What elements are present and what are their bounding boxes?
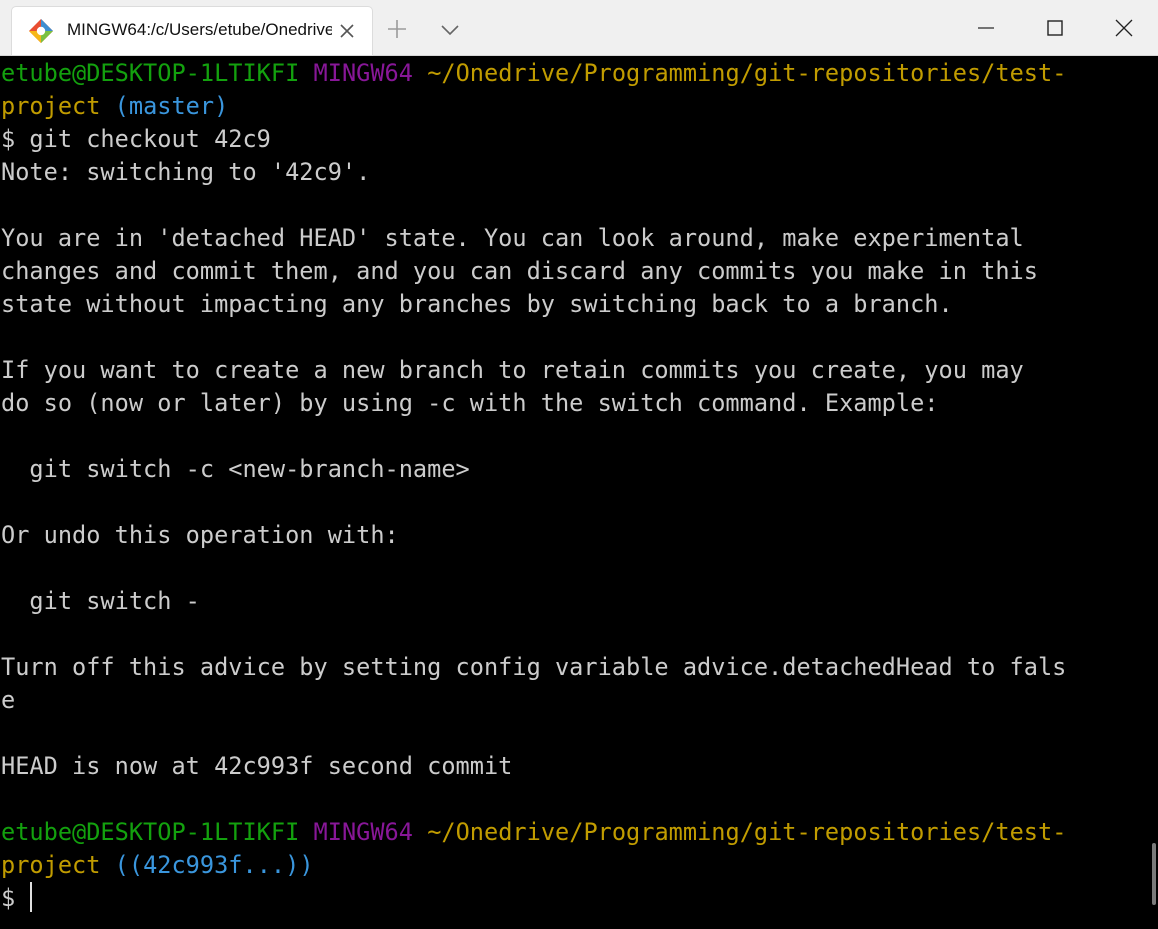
- prompt-line: project (master): [1, 90, 228, 123]
- command-line: $ git checkout 42c9: [1, 125, 271, 153]
- output-line: You are in 'detached HEAD' state. You ca…: [1, 224, 1024, 252]
- prompt-path-continued: project: [1, 92, 101, 120]
- tab-title: MINGW64:/c/Users/etube/Onedrive/Programm…: [67, 20, 332, 39]
- title-bar: MINGW64:/c/Users/etube/Onedrive/Programm…: [0, 0, 1158, 56]
- prompt-path: ~/Onedrive/Programming/git-repositories/…: [427, 818, 1067, 846]
- prompt-user-host: etube@DESKTOP-1LTIKFI: [1, 818, 300, 846]
- maximize-icon: [1046, 19, 1063, 36]
- prompt-path: ~/Onedrive/Programming/git-repositories/…: [427, 59, 1067, 87]
- prompt-msystem: MINGW64: [313, 818, 413, 846]
- output-line: changes and commit them, and you can dis…: [1, 257, 1038, 285]
- prompt-line: etube@DESKTOP-1LTIKFI MINGW64 ~/Onedrive…: [1, 816, 1066, 849]
- output-line: do so (now or later) by using -c with th…: [1, 389, 939, 417]
- output-line: e: [1, 686, 16, 714]
- scrollbar-thumb[interactable]: [1152, 843, 1156, 905]
- minimize-button[interactable]: [951, 0, 1020, 55]
- output-line: git switch -c <new-branch-name>: [1, 455, 470, 483]
- prompt-branch: (master): [114, 92, 229, 120]
- maximize-button[interactable]: [1020, 0, 1089, 55]
- output-line: state without impacting any branches by …: [1, 290, 953, 318]
- prompt-branch: ((42c993f...)): [114, 851, 314, 879]
- output-line: git switch -: [1, 587, 200, 615]
- terminal-output[interactable]: etube@DESKTOP-1LTIKFI MINGW64 ~/Onedrive…: [0, 56, 1150, 929]
- prompt-path-continued: project: [1, 851, 101, 879]
- output-line: Turn off this advice by setting config v…: [1, 653, 1067, 681]
- close-icon[interactable]: [338, 22, 356, 40]
- scrollbar-track[interactable]: [1150, 56, 1158, 929]
- close-window-icon: [1115, 19, 1132, 36]
- git-bash-icon: [29, 19, 53, 43]
- terminal-tab[interactable]: MINGW64:/c/Users/etube/Onedrive/Programm…: [12, 7, 372, 55]
- chevron-down-icon[interactable]: [437, 16, 463, 42]
- prompt-msystem: MINGW64: [313, 59, 413, 87]
- prompt-user-host: etube@DESKTOP-1LTIKFI: [1, 59, 300, 87]
- close-window-button[interactable]: [1089, 0, 1158, 55]
- minimize-icon: [977, 26, 994, 29]
- output-line: HEAD is now at 42c993f second commit: [1, 752, 513, 780]
- input-prompt: $: [1, 884, 16, 912]
- output-line: Or undo this operation with:: [1, 521, 399, 549]
- plus-icon[interactable]: [384, 16, 410, 42]
- prompt-line: etube@DESKTOP-1LTIKFI MINGW64 ~/Onedrive…: [1, 57, 1066, 90]
- text-cursor: [30, 882, 32, 912]
- output-line: Note: switching to '42c9'.: [1, 158, 371, 186]
- output-line: If you want to create a new branch to re…: [1, 356, 1024, 384]
- prompt-line: project ((42c993f...)): [1, 849, 314, 882]
